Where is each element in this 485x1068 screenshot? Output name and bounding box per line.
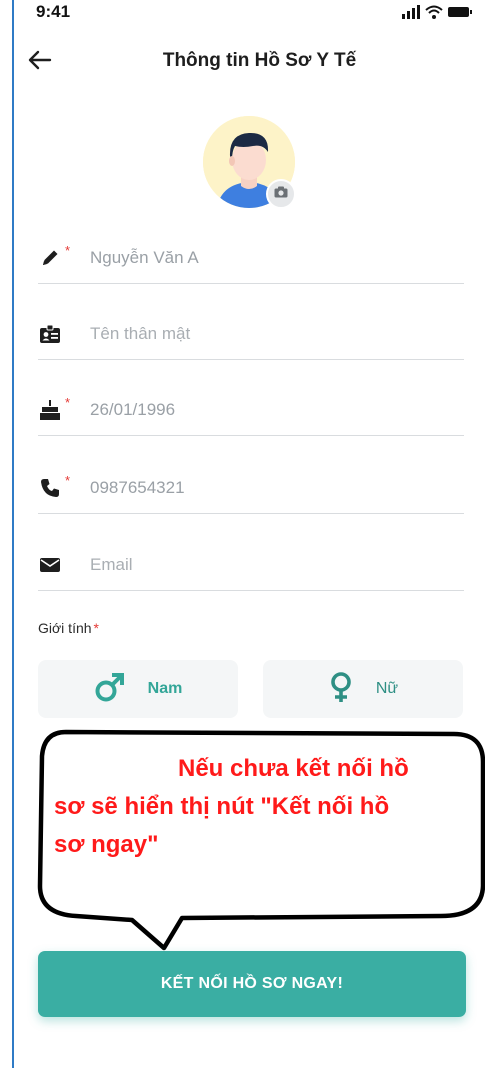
connect-record-button[interactable]: KẾT NỐI HỒ SƠ NGAY! — [38, 951, 466, 1017]
female-icon — [328, 671, 354, 708]
mail-icon — [38, 553, 62, 577]
camera-button[interactable] — [266, 179, 296, 209]
phone-field: * — [38, 464, 464, 514]
email-field — [38, 541, 464, 591]
camera-icon — [274, 185, 288, 203]
phone-screen: 9:41 Thông tin Hồ Sơ Y Tế * Nguyễn Văn A… — [0, 0, 485, 1068]
gender-option-label: Nữ — [375, 680, 399, 697]
gender-label: Giới tính * — [38, 620, 99, 636]
phone-icon — [38, 476, 62, 500]
full-name-input[interactable] — [90, 244, 450, 272]
connect-record-button-label: KẾT NỐI HỒ SƠ NGAY! — [160, 975, 344, 992]
nickname-field — [38, 310, 464, 360]
header-bar: Thông tin Hồ Sơ Y Tế — [14, 40, 485, 86]
frame-border — [12, 0, 14, 1068]
gender-label-text: Giới tính — [38, 620, 92, 636]
gender-option-male[interactable]: Nam — [38, 660, 238, 718]
status-bar: 9:41 — [14, 0, 485, 28]
wifi-icon — [425, 5, 443, 19]
phone-input[interactable] — [90, 474, 450, 502]
birthday-field: * — [38, 386, 464, 436]
required-mark: * — [93, 620, 99, 636]
pencil-icon — [38, 246, 62, 270]
annotation-line-2: sơ sẽ hiển thị nút "Kết nối hồ — [54, 793, 390, 820]
gender-option-female[interactable]: Nữ — [263, 660, 463, 718]
email-input[interactable] — [90, 551, 450, 579]
required-mark: * — [65, 243, 71, 258]
page-title: Thông tin Hồ Sơ Y Tế — [162, 50, 357, 71]
avatar-upload[interactable] — [203, 116, 303, 216]
cake-icon — [38, 398, 62, 422]
battery-icon — [447, 5, 473, 19]
male-icon — [94, 671, 126, 708]
annotation-callout: Nếu chưa kết nối hồ sơ sẽ hiển thị nút "… — [36, 726, 485, 958]
status-time: 9:41 — [36, 2, 71, 21]
annotation-text: Nếu chưa kết nối hồ sơ sẽ hiển thị nút "… — [54, 750, 484, 864]
annotation-line-1: Nếu chưa kết nối hồ — [178, 755, 409, 782]
status-icons — [401, 2, 473, 22]
nickname-input[interactable] — [90, 320, 450, 348]
id-card-icon — [38, 322, 62, 346]
gender-option-label: Nam — [147, 680, 183, 697]
required-mark: * — [65, 473, 71, 488]
annotation-line-3: sơ ngay" — [54, 831, 159, 858]
birthday-input[interactable] — [90, 396, 450, 424]
signal-icon — [401, 5, 421, 19]
full-name-field: * — [38, 234, 464, 284]
required-mark: * — [65, 395, 71, 410]
